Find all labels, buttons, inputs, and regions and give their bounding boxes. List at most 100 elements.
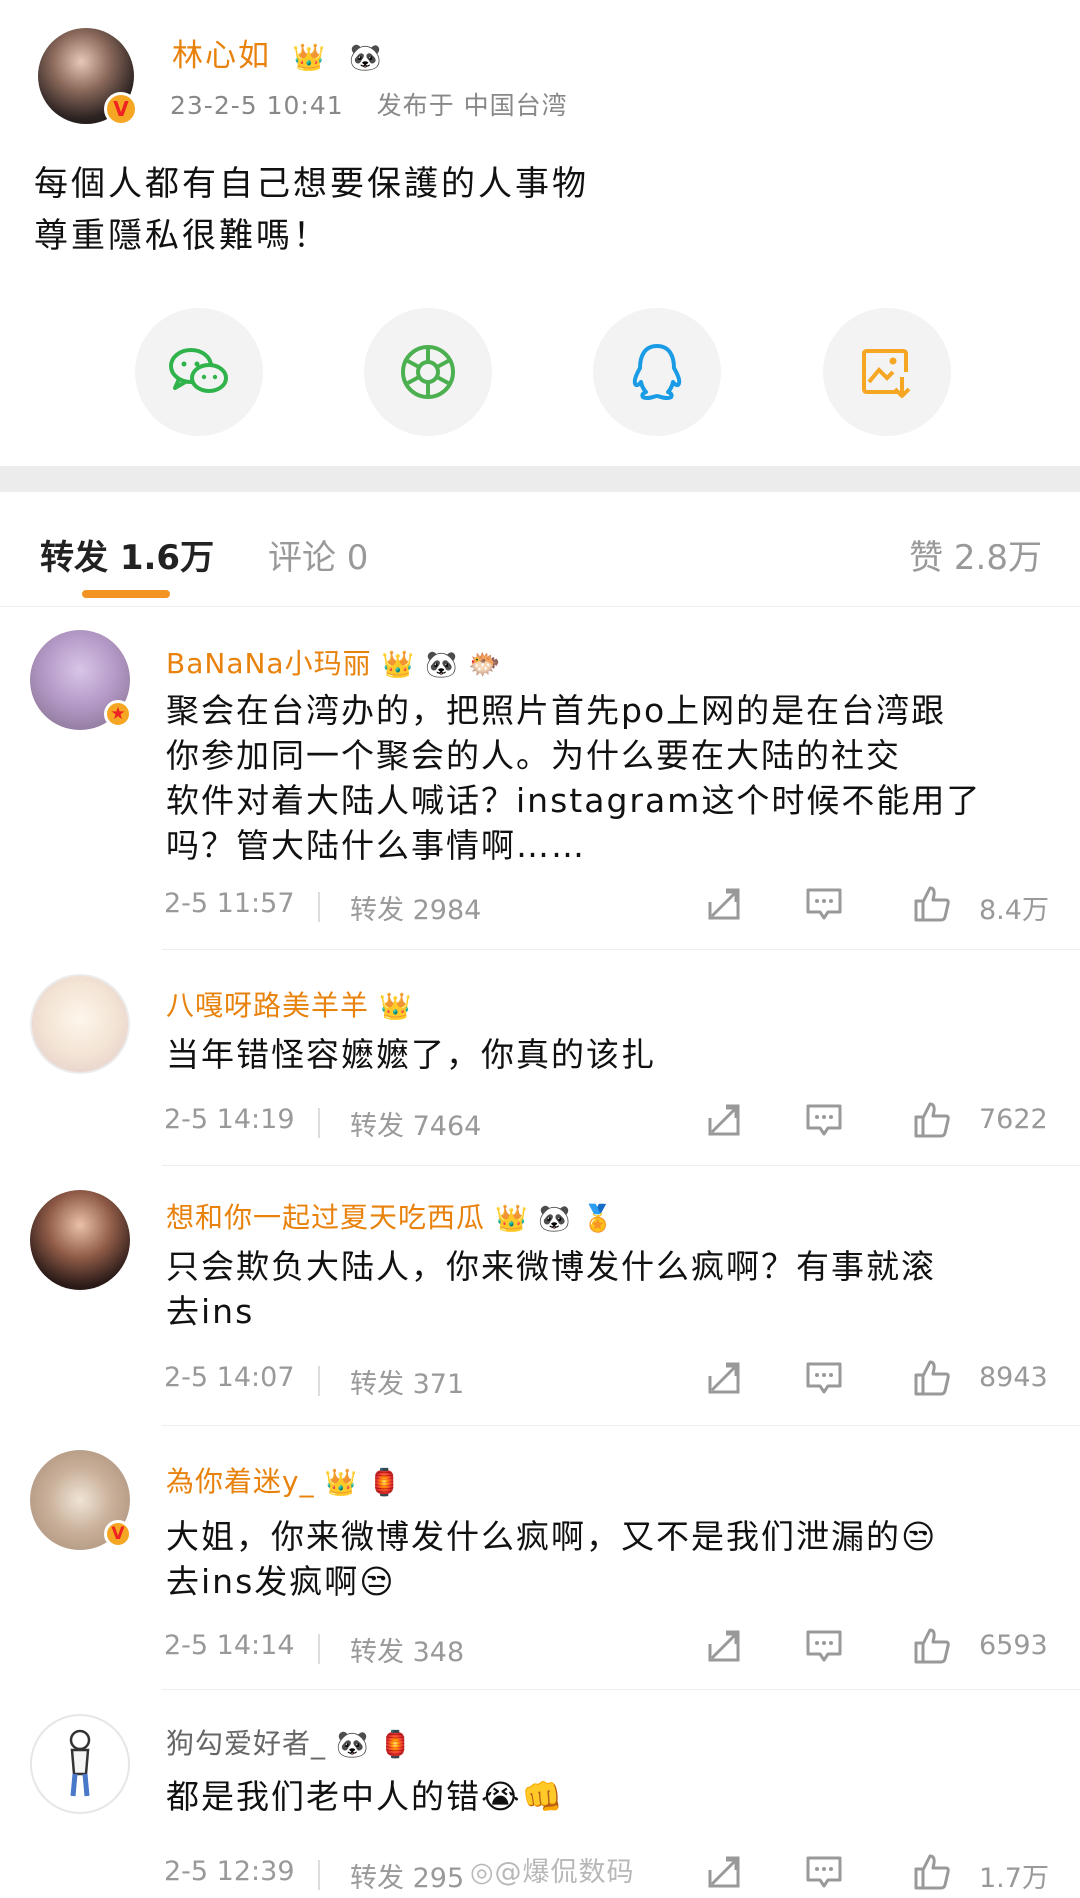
fish-badge-icon: 🐡 <box>468 650 502 680</box>
comment-icon[interactable] <box>804 1852 844 1892</box>
post-text-line: 每個人都有自己想要保護的人事物 <box>34 164 589 204</box>
comment-footer: 2-5 11:57 转发 2984 8.4万 <box>164 886 1054 928</box>
share-icon[interactable] <box>704 1100 744 1140</box>
panda-badge-icon: 🐼 <box>349 42 384 73</box>
tab-repost[interactable]: 转发 1.6万 <box>40 530 214 579</box>
commenter-avatar[interactable] <box>30 1190 130 1290</box>
footer-divider <box>318 1634 320 1664</box>
verified-badge-icon: V <box>104 1520 132 1548</box>
share-icon[interactable] <box>704 1852 744 1892</box>
share-icon[interactable] <box>704 1358 744 1398</box>
comment-text-line: 当年错怪容嬷嬷了，你真的该扎 <box>166 1035 656 1074</box>
author-avatar[interactable]: V <box>38 28 138 126</box>
commenter-name-text: 八嘎呀路美羊羊 <box>166 989 370 1022</box>
author-name[interactable]: 林心如 👑 🐼 <box>172 30 383 75</box>
comment-divider <box>162 1165 1080 1166</box>
share-qq-button[interactable] <box>593 308 721 436</box>
like-icon[interactable] <box>912 1626 952 1666</box>
footer-divider <box>318 1366 320 1396</box>
like-icon[interactable] <box>912 1852 952 1892</box>
repost-count[interactable]: 转发 371 <box>350 1362 464 1401</box>
lantern-badge-icon: 🏮 <box>379 1730 413 1760</box>
comment-text-line: 去ins发疯啊😒 <box>166 1562 396 1601</box>
comment-text-line: 软件对着大陆人喊话？instagram这个时候不能用了 <box>166 781 982 820</box>
comment-footer: 2-5 14:14 转发 348 6593 <box>164 1628 1054 1670</box>
comment-text-line: 只会欺负大陆人，你来微博发什么疯啊？有事就滚 <box>166 1247 936 1286</box>
post-meta: 23-2-5 10:41 发布于 中国台湾 <box>170 86 592 122</box>
crown-badge-icon: 👑 <box>292 42 328 73</box>
interaction-tabs: 转发 1.6万 评论 0 赞 2.8万 <box>0 492 1080 607</box>
comment-footer: 2-5 14:07 转发 371 8943 <box>164 1360 1054 1402</box>
comment-time: 2-5 12:39 <box>164 1856 295 1887</box>
tab-comment[interactable]: 评论 0 <box>268 530 368 579</box>
comment-time: 2-5 14:14 <box>164 1630 295 1661</box>
comment-footer: 2-5 14:19 转发 7464 7622 <box>164 1102 1054 1144</box>
repost-count[interactable]: 转发 7464 <box>350 1104 481 1143</box>
share-wechat-button[interactable] <box>135 308 263 436</box>
post-body: 每個人都有自己想要保護的人事物 尊重隱私很難嗎！ <box>34 158 589 262</box>
comment-icon[interactable] <box>804 1626 844 1666</box>
stick-figure-icon <box>69 1729 91 1797</box>
post-date: 23-2-5 10:41 <box>170 91 344 120</box>
verified-badge-icon: V <box>104 92 138 126</box>
like-icon[interactable] <box>912 884 952 924</box>
tab-like[interactable]: 赞 2.8万 <box>909 530 1042 579</box>
medal-badge-icon: 🏅 <box>581 1204 616 1234</box>
commenter-name[interactable]: 狗勾爱好者_ 🐼 🏮 <box>166 1722 413 1762</box>
comment-text-line: 吗？管大陆什么事情啊…… <box>166 826 586 865</box>
commenter-name[interactable]: BaNaNa小玛丽 👑 🐼 🐡 <box>166 642 502 682</box>
commenter-name-text: 為你着迷y_ <box>166 1465 315 1498</box>
repost-count[interactable]: 转发 348 <box>350 1630 464 1669</box>
comment-icon[interactable] <box>804 1100 844 1140</box>
like-count: 8.4万 <box>979 895 1049 926</box>
commenter-name-text: 狗勾爱好者_ <box>166 1727 327 1760</box>
watermark-text: ◎@爆侃数码 <box>470 1857 635 1888</box>
comment-text: 只会欺负大陆人，你来微博发什么疯啊？有事就滚 去ins <box>166 1244 1046 1334</box>
comment-icon[interactable] <box>804 884 844 924</box>
commenter-avatar[interactable] <box>30 1714 130 1814</box>
comment-item: 八嘎呀路美羊羊 👑 当年错怪容嬷嬷了，你真的该扎 2-5 14:19 转发 746… <box>0 974 1080 1166</box>
share-icon[interactable] <box>704 884 744 924</box>
comment-text-line: 大姐，你来微博发什么疯啊，又不是我们泄漏的😒 <box>166 1517 938 1556</box>
crown-badge-icon: 👑 <box>495 1204 529 1234</box>
commenter-avatar[interactable]: ★ <box>30 630 132 730</box>
repost-count[interactable]: 转发 2984 <box>350 888 481 927</box>
comment-item: ★ BaNaNa小玛丽 👑 🐼 🐡 聚会在台湾办的，把照片首先po上网的是在台湾跟 你… <box>0 630 1080 950</box>
commenter-name[interactable]: 八嘎呀路美羊羊 👑 <box>166 984 412 1024</box>
comment-text: 当年错怪容嬷嬷了，你真的该扎 <box>166 1032 1046 1077</box>
comment-time: 2-5 14:07 <box>164 1362 295 1393</box>
like-count: 7622 <box>979 1104 1048 1135</box>
comment-time: 2-5 14:19 <box>164 1104 295 1135</box>
commenter-avatar[interactable]: V <box>30 1450 132 1550</box>
lantern-badge-icon: 🏮 <box>367 1468 402 1498</box>
like-icon[interactable] <box>912 1358 952 1398</box>
share-moments-button[interactable] <box>364 308 492 436</box>
commenter-name-text: 想和你一起过夏天吃西瓜 <box>166 1201 486 1234</box>
section-divider <box>0 466 1080 492</box>
moments-icon <box>401 345 455 399</box>
comment-text-line: 去ins <box>166 1292 255 1331</box>
panda-badge-icon: 🐼 <box>538 1204 572 1234</box>
commenter-avatar[interactable] <box>30 974 130 1074</box>
qq-icon <box>632 344 682 400</box>
like-count: 1.7万 <box>979 1863 1049 1894</box>
commenter-name[interactable]: 為你着迷y_ 👑 🏮 <box>166 1460 401 1500</box>
panda-badge-icon: 🐼 <box>336 1730 370 1760</box>
commenter-name-text: BaNaNa小玛丽 <box>166 647 372 680</box>
post-text-line: 尊重隱私很難嗎！ <box>34 216 330 256</box>
comment-icon[interactable] <box>804 1358 844 1398</box>
like-count: 8943 <box>979 1362 1048 1393</box>
share-icon[interactable] <box>704 1626 744 1666</box>
comment-divider <box>162 1689 1080 1690</box>
crown-badge-icon: 👑 <box>379 992 413 1022</box>
save-image-button[interactable] <box>823 308 951 436</box>
active-tab-indicator <box>82 590 170 598</box>
comment-item: 想和你一起过夏天吃西瓜 👑 🐼 🏅 只会欺负大陆人，你来微博发什么疯啊？有事就滚 去i… <box>0 1190 1080 1426</box>
footer-divider <box>318 1108 320 1138</box>
commenter-name[interactable]: 想和你一起过夏天吃西瓜 👑 🐼 🏅 <box>166 1196 615 1236</box>
like-icon[interactable] <box>912 1100 952 1140</box>
repost-count[interactable]: 转发 295 <box>350 1856 464 1895</box>
post-location: 发布于 中国台湾 <box>376 91 568 120</box>
post-card: V 林心如 👑 🐼 23-2-5 10:41 发布于 中国台湾 每個人都有自己想… <box>0 0 1080 466</box>
verified-badge-icon: ★ <box>104 700 132 728</box>
